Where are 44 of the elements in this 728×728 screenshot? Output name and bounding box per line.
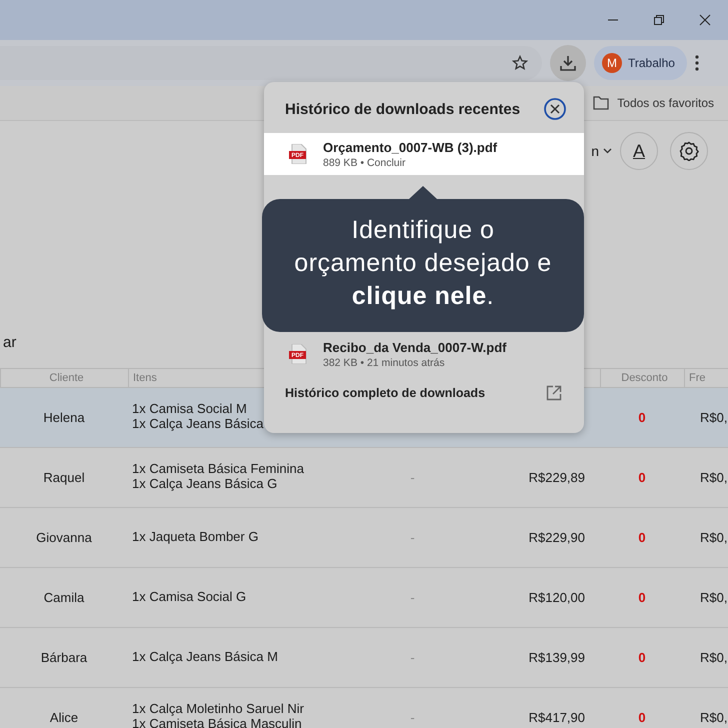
column-header: Cliente xyxy=(49,372,84,384)
discount-cell: 0 xyxy=(638,590,646,605)
table-cell: - xyxy=(410,470,415,485)
table-cell: - xyxy=(410,590,415,605)
item-line: 1x Camisa Social M xyxy=(132,401,247,416)
shipping-cell: R$0, xyxy=(700,710,728,725)
column-header: Desconto xyxy=(621,372,668,384)
discount-cell: 0 xyxy=(638,650,646,665)
item-line: 1x Calça Moletinho Saruel Nir xyxy=(132,701,304,716)
shipping-cell: R$0, xyxy=(700,410,728,425)
column-header: Fre xyxy=(689,372,706,384)
shipping-cell: R$0, xyxy=(700,650,728,665)
table-cell: Helena xyxy=(43,410,85,425)
table-cell: - xyxy=(410,710,415,725)
item-line: 1x Calça Jeans Básica M xyxy=(132,648,278,664)
column-header: Itens xyxy=(133,372,157,384)
table-cell: - xyxy=(410,650,415,665)
price-cell: R$139,99 xyxy=(528,650,585,665)
table-cell: Camila xyxy=(44,590,84,605)
page-text: ar xyxy=(3,334,16,351)
shipping-cell: R$0, xyxy=(700,590,728,605)
tooltip-text: Identifique o orçamento desejado e clique nele. xyxy=(293,215,553,312)
discount-cell: 0 xyxy=(638,470,646,485)
item-line: 1x Camiseta Básica Feminina xyxy=(132,461,304,476)
popup-title: Histórico de downloads recentes xyxy=(285,100,520,118)
price-cell: R$229,90 xyxy=(528,530,585,545)
table-cell: Raquel xyxy=(43,470,85,485)
price-cell: R$229,89 xyxy=(528,470,585,485)
item-line: 1x Calça Jeans Básica xyxy=(132,416,264,431)
item-line: 1x Camiseta Básica Masculin xyxy=(132,716,302,728)
price-cell: R$120,00 xyxy=(528,590,585,605)
item-line: 1x Jaqueta Bomber G xyxy=(132,528,258,544)
shipping-cell: R$0, xyxy=(700,470,728,485)
price-cell: R$417,90 xyxy=(528,710,585,725)
discount-cell: 0 xyxy=(638,710,646,725)
table-cell: - xyxy=(410,530,415,545)
discount-cell: 0 xyxy=(638,410,646,425)
table-cell: Bárbara xyxy=(40,650,88,665)
item-line: 1x Calça Jeans Básica G xyxy=(132,476,278,491)
table-cell: Giovanna xyxy=(36,530,92,545)
table-cell: Alice xyxy=(50,710,78,725)
item-line: 1x Camisa Social G xyxy=(132,588,246,604)
discount-cell: 0 xyxy=(638,530,646,545)
shipping-cell: R$0, xyxy=(700,530,728,545)
